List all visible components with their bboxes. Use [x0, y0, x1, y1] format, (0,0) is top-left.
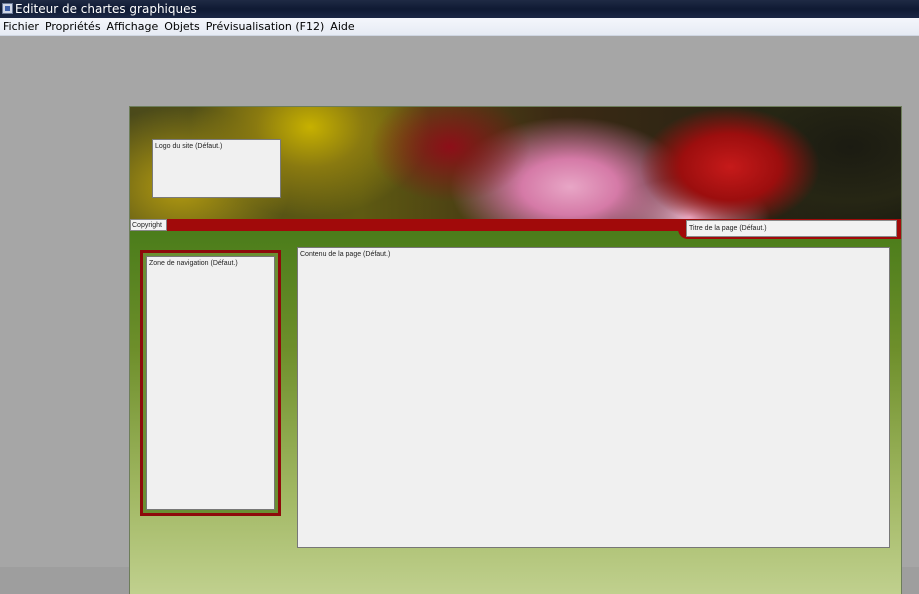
page-template[interactable]: Logo du site (Défaut.) Copyright Titre d…	[130, 107, 901, 594]
copyright-label: Copyright	[132, 222, 162, 229]
site-logo-zone[interactable]: Logo du site (Défaut.)	[152, 139, 281, 198]
menu-fichier[interactable]: Fichier	[0, 19, 42, 35]
menu-proprietes[interactable]: Propriétés	[42, 19, 104, 35]
window-title: Editeur de chartes graphiques	[15, 2, 197, 16]
editor-window: Editeur de chartes graphiques Fichier Pr…	[0, 0, 919, 594]
menu-bar: Fichier Propriétés Affichage Objets Prév…	[0, 18, 919, 36]
title-bar[interactable]: Editeur de chartes graphiques	[0, 0, 919, 18]
app-icon[interactable]	[2, 3, 13, 14]
page-content-zone[interactable]: Contenu de la page (Défaut.)	[297, 247, 890, 548]
menu-previsualisation[interactable]: Prévisualisation (F12)	[203, 19, 328, 35]
navigation-zone[interactable]: Zone de navigation (Défaut.)	[146, 256, 275, 510]
page-title-zone[interactable]: Titre de la page (Défaut.)	[686, 220, 897, 237]
page-title-label: Titre de la page (Défaut.)	[689, 225, 767, 232]
menu-affichage[interactable]: Affichage	[104, 19, 162, 35]
site-logo-label: Logo du site (Défaut.)	[155, 143, 223, 150]
copyright-zone[interactable]: Copyright	[130, 219, 167, 231]
menu-objets[interactable]: Objets	[161, 19, 203, 35]
page-content-label: Contenu de la page (Défaut.)	[300, 251, 391, 258]
navigation-label: Zone de navigation (Défaut.)	[149, 260, 238, 267]
menu-aide[interactable]: Aide	[327, 19, 357, 35]
design-canvas: Logo du site (Défaut.) Copyright Titre d…	[0, 36, 919, 594]
